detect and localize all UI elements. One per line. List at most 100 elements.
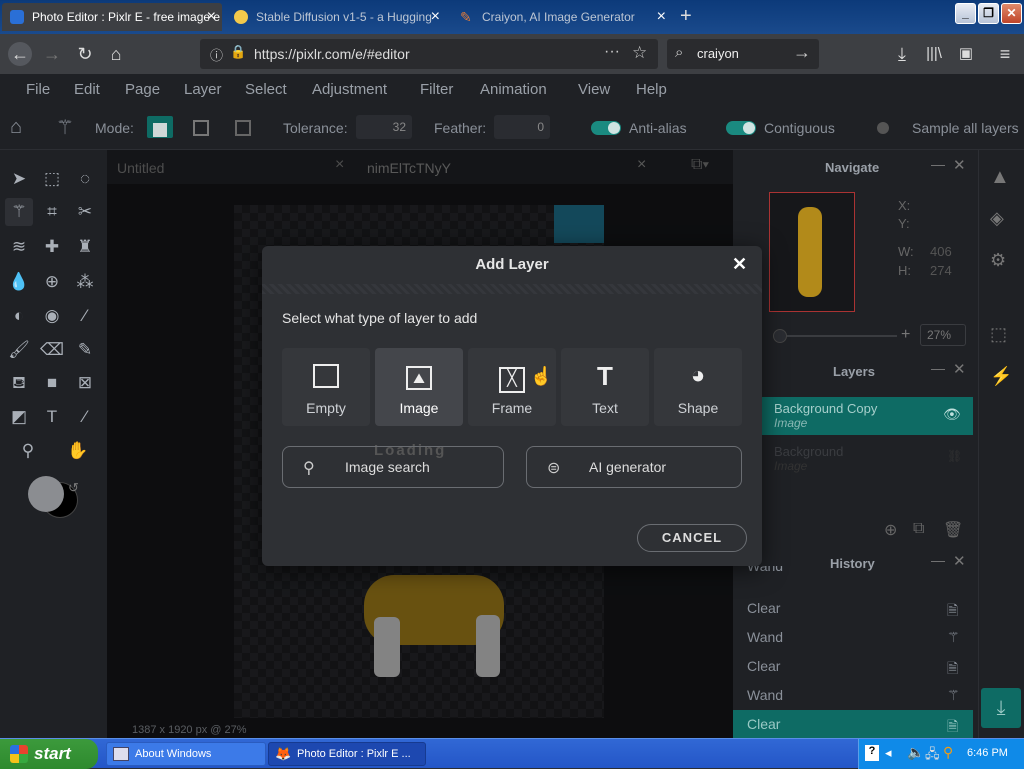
new-tab-icon[interactable]: + xyxy=(680,5,692,28)
volume-icon[interactable]: 🔈 xyxy=(907,744,924,761)
history-item[interactable]: Clear 🗎 xyxy=(733,594,973,622)
layer-row-selected[interactable]: Background Copy Image 👁 xyxy=(761,397,973,435)
hamburger-menu-icon[interactable]: ≡ xyxy=(993,42,1017,66)
history-item[interactable]: Clear 🗎 xyxy=(733,652,973,680)
restore-button[interactable]: ❐ xyxy=(978,3,999,24)
close-tab-icon[interactable]: × xyxy=(431,3,440,31)
arrange-tool-icon[interactable]: ➤ xyxy=(5,165,33,193)
layers-icon[interactable]: ◈ xyxy=(990,208,1004,229)
mode-add-icon[interactable] xyxy=(193,120,209,136)
zoom-slider-handle[interactable] xyxy=(773,329,787,343)
mode-subtract-icon[interactable] xyxy=(235,120,251,136)
burn-tool-icon[interactable]: ◉ xyxy=(38,302,66,330)
search-tray-icon[interactable]: ⚲ xyxy=(943,744,953,761)
blur-tool-icon[interactable]: 💧 xyxy=(5,268,33,296)
forward-icon[interactable]: → xyxy=(40,42,64,66)
search-input[interactable]: craiyon xyxy=(697,46,739,61)
gradient-tool-icon[interactable]: ■ xyxy=(38,369,66,397)
search-go-icon[interactable]: → xyxy=(793,42,811,63)
layer-visibility-eye-icon[interactable]: 👁 xyxy=(943,406,961,423)
color-replace-tool-icon[interactable]: ⁂ xyxy=(71,268,99,296)
delete-layer-icon[interactable]: 🗑 xyxy=(943,520,963,540)
reload-icon[interactable]: ↻ xyxy=(73,42,97,66)
duplicate-layer-icon[interactable]: ⧉ xyxy=(913,520,924,538)
help-tray-icon[interactable]: ? xyxy=(865,745,879,761)
tolerance-input[interactable]: 32 xyxy=(356,115,412,139)
menu-select[interactable]: Select xyxy=(245,81,287,98)
adjust-icon[interactable]: ⚙ xyxy=(990,250,1006,271)
library-icon[interactable]: |||\ xyxy=(922,42,946,66)
shape-tool-icon[interactable]: ◩ xyxy=(5,403,33,431)
menu-view[interactable]: View xyxy=(578,81,610,98)
layer-row[interactable]: Background Image ⛓ xyxy=(761,440,973,478)
info-icon[interactable]: ⓘ xyxy=(210,45,223,64)
taskbar-item-photo-editor[interactable]: 🦊 Photo Editor : Pixlr E ... xyxy=(268,742,426,766)
marquee-tool-icon[interactable]: ⬚ xyxy=(38,165,66,193)
page-actions-icon[interactable]: ··· xyxy=(604,43,620,61)
cancel-button[interactable]: CANCEL xyxy=(637,524,747,552)
history-item[interactable]: Wand ⚚ xyxy=(733,681,973,709)
fill-tool-icon[interactable]: ⛾ xyxy=(5,369,33,397)
pattern-tool-icon[interactable]: ⊠ xyxy=(71,369,99,397)
close-tab-icon[interactable]: × xyxy=(657,3,666,31)
dodge-tool-icon[interactable]: ◐ xyxy=(5,302,33,330)
cutout-tool-icon[interactable]: ✂ xyxy=(71,198,99,226)
home-app-icon[interactable]: ⌂ xyxy=(10,116,22,139)
search-box[interactable]: ⌕ craiyon → xyxy=(667,39,819,69)
menu-animation[interactable]: Animation xyxy=(480,81,547,98)
menu-layer[interactable]: Layer xyxy=(184,81,222,98)
brush-tool-icon[interactable]: 🖌 xyxy=(5,336,33,364)
antialias-toggle[interactable] xyxy=(591,121,621,135)
zoom-in-icon[interactable]: + xyxy=(901,326,910,344)
tab-stable-diffusion[interactable]: Stable Diffusion v1-5 - a Hugging × xyxy=(226,3,446,31)
liquify-tool-icon[interactable]: ≋ xyxy=(5,233,33,261)
minimize-button[interactable]: _ xyxy=(955,3,976,24)
zoom-tool-icon[interactable]: ⚲ xyxy=(14,437,42,465)
navigator-icon[interactable]: ▲ xyxy=(990,166,1010,189)
menu-filter[interactable]: Filter xyxy=(420,81,453,98)
eraser-tool-icon[interactable]: ⌫ xyxy=(38,336,66,364)
layers-close-icon[interactable]: ✕ xyxy=(953,360,966,378)
back-icon[interactable]: ← xyxy=(8,42,32,66)
wand-tool-icon[interactable]: ⚚ xyxy=(5,198,33,226)
pencil-tool-icon[interactable]: ✎ xyxy=(71,336,99,364)
text-tool-icon[interactable]: T xyxy=(38,403,66,431)
menu-file[interactable]: File xyxy=(26,81,50,98)
add-layer-icon[interactable]: ⊕ xyxy=(884,520,897,540)
close-window-button[interactable]: ✕ xyxy=(1001,3,1022,24)
sponge-tool-icon[interactable]: ⊕ xyxy=(38,268,66,296)
network-tray-icon[interactable]: 🖧 xyxy=(925,745,940,767)
clone-stamp-tool-icon[interactable]: ♜ xyxy=(71,233,99,261)
ai-generator-button[interactable]: ⊜ AI generator xyxy=(526,446,742,488)
address-bar[interactable]: ⓘ 🔒 https://pixlr.com/e/#editor ··· ☆ xyxy=(200,39,658,69)
navigate-minimize-icon[interactable]: — xyxy=(931,156,945,172)
tab-photo-editor[interactable]: Photo Editor : Pixlr E - free image e × xyxy=(2,3,222,31)
tab-craiyon[interactable]: ✎ Craiyon, AI Image Generator × xyxy=(452,3,672,31)
zoom-input[interactable]: 27% xyxy=(920,324,966,346)
swap-colors-icon[interactable]: ↺ xyxy=(68,480,79,496)
image-search-button[interactable]: ⚲ Image search xyxy=(282,446,504,488)
eyedropper-tool-icon[interactable]: ⁄ xyxy=(71,302,99,330)
color-picker-tool-icon[interactable]: ⁄ xyxy=(71,403,99,431)
sidebar-icon[interactable]: ▣ xyxy=(954,42,978,66)
feather-input[interactable]: 0 xyxy=(494,115,550,139)
navigate-thumbnail[interactable] xyxy=(769,192,855,312)
layer-type-text-button[interactable]: T Text xyxy=(561,348,649,426)
home-icon[interactable]: ⌂ xyxy=(104,42,128,66)
taskbar-item-about-windows[interactable]: About Windows xyxy=(106,742,266,766)
zoom-slider[interactable] xyxy=(773,335,897,337)
tray-expand-icon[interactable]: ◂ xyxy=(885,745,892,761)
close-icon[interactable]: ✕ xyxy=(732,254,747,275)
foreground-color-swatch[interactable] xyxy=(28,476,64,512)
download-button[interactable]: ⤓ xyxy=(981,688,1021,728)
close-tab-icon[interactable]: × xyxy=(207,3,216,31)
menu-adjustment[interactable]: Adjustment xyxy=(312,81,387,98)
menu-help[interactable]: Help xyxy=(636,81,667,98)
crop-tool-icon[interactable]: ⌗ xyxy=(38,198,66,226)
sample-all-layers-toggle[interactable] xyxy=(876,121,890,135)
layer-type-empty-button[interactable]: Empty xyxy=(282,348,370,426)
bookmark-star-icon[interactable]: ☆ xyxy=(632,43,647,63)
menu-page[interactable]: Page xyxy=(125,81,160,98)
layer-type-image-button[interactable]: ⛰ Image xyxy=(375,348,463,426)
downloads-icon[interactable]: ⤓ xyxy=(890,42,914,66)
